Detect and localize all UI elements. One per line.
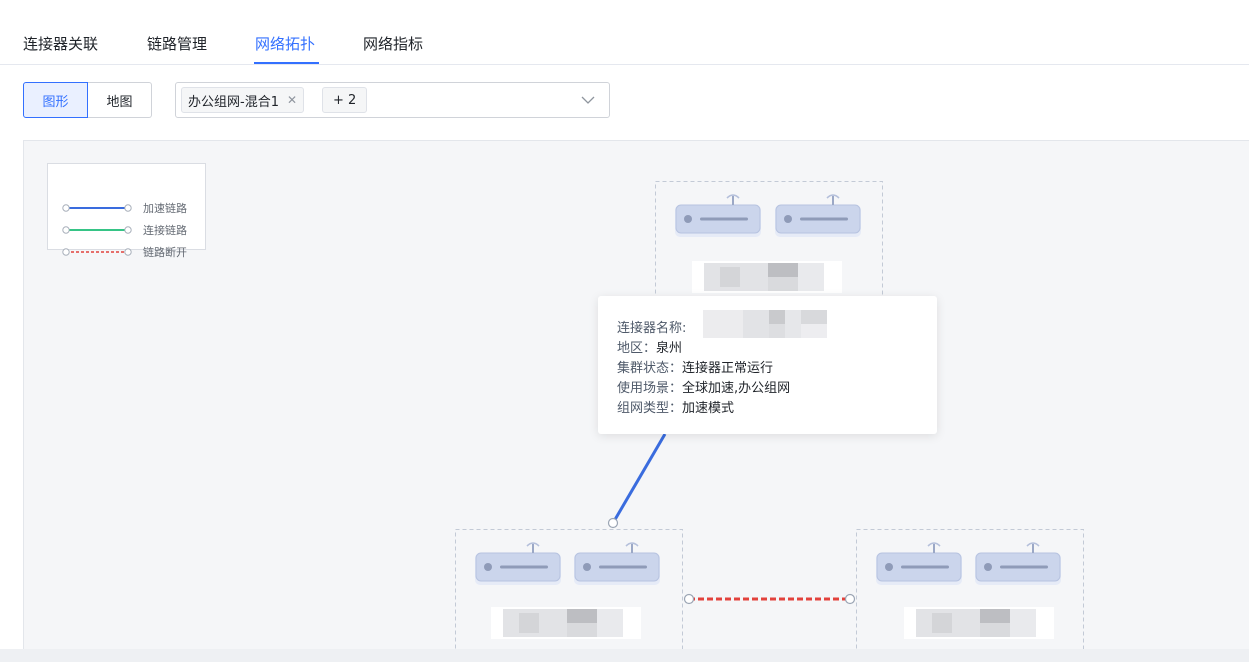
router-icon[interactable]: [774, 194, 862, 238]
tooltip-type-key: 组网类型：: [617, 401, 683, 416]
tooltip-row-name: 连接器名称:: [617, 310, 827, 338]
connector-group-top[interactable]: [655, 181, 883, 312]
graph-view-button[interactable]: 图形: [23, 82, 88, 118]
tab-network-metrics[interactable]: 网络指标: [363, 33, 423, 54]
accelerated-link[interactable]: [611, 433, 667, 524]
tab-bar: 连接器关联 链路管理 网络拓扑 网络指标: [0, 0, 1249, 65]
tooltip-type-value: 加速模式: [682, 401, 735, 416]
router-icon[interactable]: [674, 194, 762, 238]
link-endpoint: [683, 593, 695, 605]
router-icon[interactable]: [573, 542, 661, 586]
map-view-button[interactable]: 地图: [88, 82, 152, 118]
connector-name-masked: [703, 310, 827, 338]
tab-network-topology[interactable]: 网络拓扑: [255, 33, 315, 54]
selected-network-tag: 办公组网-混合1 ✕: [181, 87, 305, 113]
chevron-down-icon[interactable]: [581, 93, 595, 107]
more-tags-label: + 2: [333, 92, 357, 108]
tooltip-row-cluster: 集群状态：连接器正常运行: [617, 357, 773, 376]
tooltip-row-scenario: 使用场景：全球加速,办公组网: [617, 377, 790, 396]
tooltip-row-region: 地区：泉州: [617, 337, 682, 356]
tab-connector-association[interactable]: 连接器关联: [23, 33, 98, 54]
selected-network-label: 办公组网-混合1: [188, 94, 279, 110]
connector-group-left[interactable]: [455, 529, 683, 650]
connector-name-masked: [904, 607, 1054, 639]
connector-group-right[interactable]: [856, 529, 1084, 650]
link-endpoint: [844, 593, 856, 605]
tab-link-management[interactable]: 链路管理: [147, 33, 207, 54]
connector-name-masked: [692, 261, 842, 293]
tooltip-cluster-key: 集群状态：: [617, 361, 683, 376]
more-tags-badge[interactable]: + 2: [322, 87, 368, 113]
router-icon[interactable]: [474, 542, 562, 586]
tooltip-region-key: 地区：: [617, 341, 657, 356]
tooltip-scenario-value: 全球加速,办公组网: [682, 381, 791, 396]
tooltip-region-value: 泉州: [656, 341, 683, 356]
horizontal-scrollbar[interactable]: [0, 649, 1249, 662]
tooltip-cluster-value: 连接器正常运行: [682, 361, 774, 376]
active-tab-indicator: [254, 62, 319, 64]
connector-name-masked: [491, 607, 641, 639]
remove-tag-icon[interactable]: ✕: [287, 93, 297, 107]
router-icon[interactable]: [875, 542, 963, 586]
tooltip-name-key: 连接器名称:: [617, 321, 687, 336]
tooltip-scenario-key: 使用场景：: [617, 381, 683, 396]
link-endpoint: [607, 517, 619, 529]
tooltip-row-type: 组网类型：加速模式: [617, 397, 734, 416]
connector-tooltip: 连接器名称: 地区：泉州 集群状态：连接器正常运行 使用场景：全球加速,办公组网…: [598, 296, 937, 434]
view-toggle: 图形 地图: [23, 82, 152, 118]
router-icon[interactable]: [974, 542, 1062, 586]
network-select[interactable]: 办公组网-混合1 ✕ + 2: [175, 82, 610, 118]
